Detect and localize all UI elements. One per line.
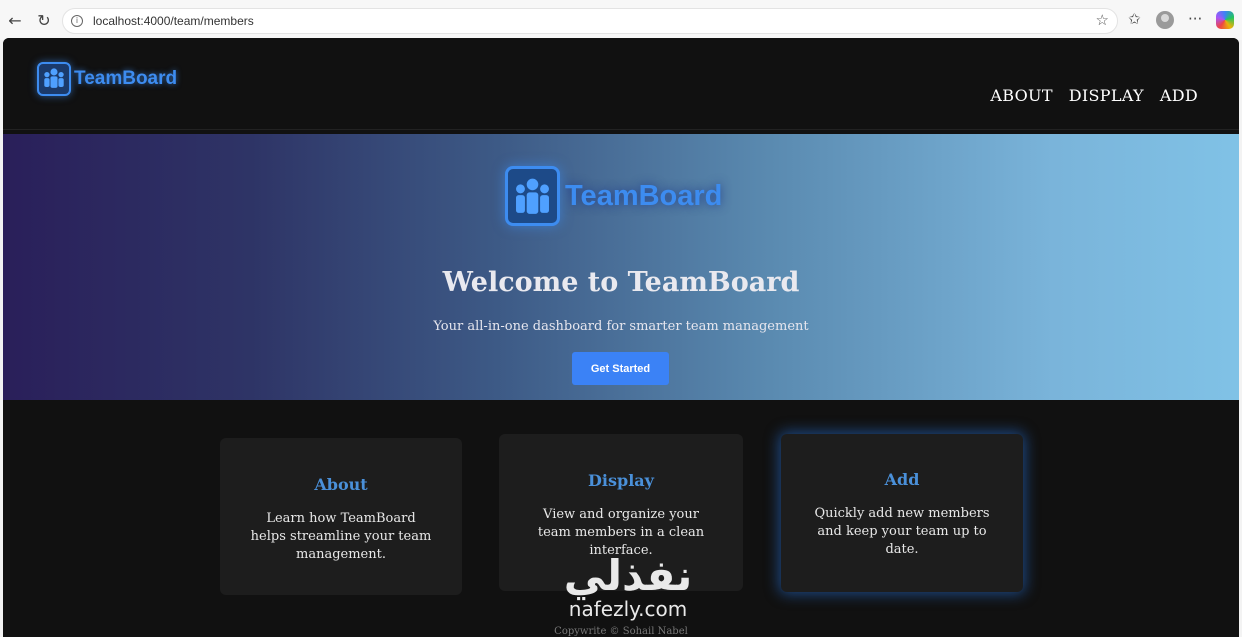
card-title: Add xyxy=(884,470,920,489)
main-nav: ABOUT DISPLAY ADD xyxy=(990,86,1198,105)
get-started-button[interactable]: Get Started xyxy=(572,352,669,385)
watermark-latin: nafezly.com xyxy=(568,597,688,621)
watermark-arabic: نفذلي xyxy=(563,551,693,600)
team-logo-icon xyxy=(505,166,560,226)
profile-avatar[interactable] xyxy=(1156,11,1174,29)
more-menu-icon[interactable]: ··· xyxy=(1188,10,1202,28)
card-title: About xyxy=(314,475,368,494)
watermark: نفذلي nafezly.com xyxy=(548,551,708,621)
reload-icon[interactable]: ↻ xyxy=(33,9,55,31)
site-info-icon[interactable]: i xyxy=(71,15,83,27)
logo-text: TeamBoard xyxy=(74,68,178,89)
site-logo[interactable]: TeamBoard xyxy=(37,62,177,96)
footer-copyright: Copywrite © Sohail Nabel xyxy=(554,626,688,637)
bookmark-star-icon[interactable]: ☆ xyxy=(1096,11,1109,29)
card-title: Display xyxy=(588,471,654,490)
nav-display[interactable]: DISPLAY xyxy=(1069,86,1144,105)
favorites-icon[interactable]: ✩ xyxy=(1128,10,1141,28)
hero-banner: TeamBoard Welcome to TeamBoard Your all-… xyxy=(3,134,1239,400)
site-header: TeamBoard ABOUT DISPLAY ADD xyxy=(3,38,1239,130)
card-text: Learn how TeamBoard helps streamline you… xyxy=(250,511,432,562)
hero-logo: TeamBoard xyxy=(505,166,722,226)
browser-toolbar: ← ↻ i localhost:4000/team/members ☆ ✩ ··… xyxy=(0,0,1242,40)
back-arrow-icon[interactable]: ← xyxy=(4,9,26,31)
url-text: localhost:4000/team/members xyxy=(93,14,254,28)
address-bar[interactable]: i localhost:4000/team/members ☆ xyxy=(62,8,1118,34)
nav-add[interactable]: ADD xyxy=(1160,86,1198,105)
team-logo-icon xyxy=(37,62,71,96)
hero-logo-text: TeamBoard xyxy=(565,179,723,212)
card-text: Quickly add new members and keep your te… xyxy=(814,506,990,557)
add-card[interactable]: Add Quickly add new members and keep you… xyxy=(781,434,1023,592)
copilot-icon[interactable] xyxy=(1216,11,1234,29)
nav-about[interactable]: ABOUT xyxy=(990,86,1052,105)
web-page: TeamBoard ABOUT DISPLAY ADD TeamBoard We… xyxy=(3,38,1239,637)
about-card[interactable]: About Learn how TeamBoard helps streamli… xyxy=(220,438,462,595)
hero-subtitle: Your all-in-one dashboard for smarter te… xyxy=(433,319,809,334)
hero-title: Welcome to TeamBoard xyxy=(442,267,800,298)
